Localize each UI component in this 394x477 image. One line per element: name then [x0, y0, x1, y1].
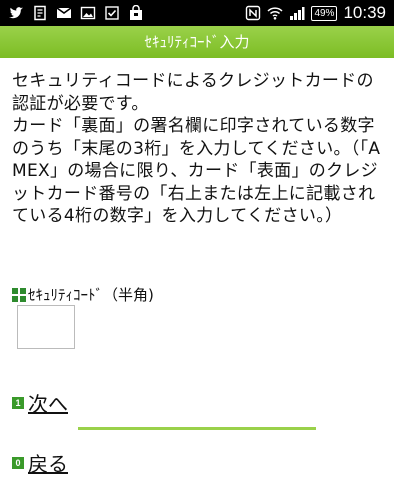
divider: [78, 427, 316, 430]
clock: 10:39: [343, 3, 386, 22]
next-link-row: 1 次へ: [12, 388, 68, 417]
signal-icon: [289, 5, 305, 21]
security-code-description: セキュリティコードによるクレジットカードの認証が必要です。 カード「裏面」の署名…: [12, 71, 381, 226]
next-link[interactable]: 次へ: [28, 388, 68, 417]
checkbox-icon: [104, 5, 120, 21]
image-icon: [80, 5, 96, 21]
key-0-icon: 0: [12, 456, 24, 469]
page-title: ｾｷｭﾘﾃｨｺｰﾄﾞ入力: [0, 26, 394, 58]
security-code-label: ｾｷｭﾘﾃｨｺｰﾄﾞ（半角): [12, 284, 154, 305]
document-icon: [32, 5, 48, 21]
nfc-icon: [245, 5, 261, 21]
battery-indicator: 49%: [311, 5, 338, 21]
key-1-icon: 1: [12, 396, 24, 409]
back-link-row: 0 戻る: [12, 448, 68, 477]
back-link[interactable]: 戻る: [28, 448, 68, 477]
security-code-label-text: ｾｷｭﾘﾃｨｺｰﾄﾞ（半角): [28, 286, 154, 304]
twitter-icon: [8, 5, 24, 21]
status-bar: 49% 10:39: [0, 0, 394, 26]
grid-icon: [12, 287, 26, 302]
wifi-icon: [267, 5, 283, 21]
security-code-input[interactable]: [17, 305, 75, 349]
shopping-bag-icon: [128, 4, 144, 21]
gmail-icon: [56, 5, 72, 21]
